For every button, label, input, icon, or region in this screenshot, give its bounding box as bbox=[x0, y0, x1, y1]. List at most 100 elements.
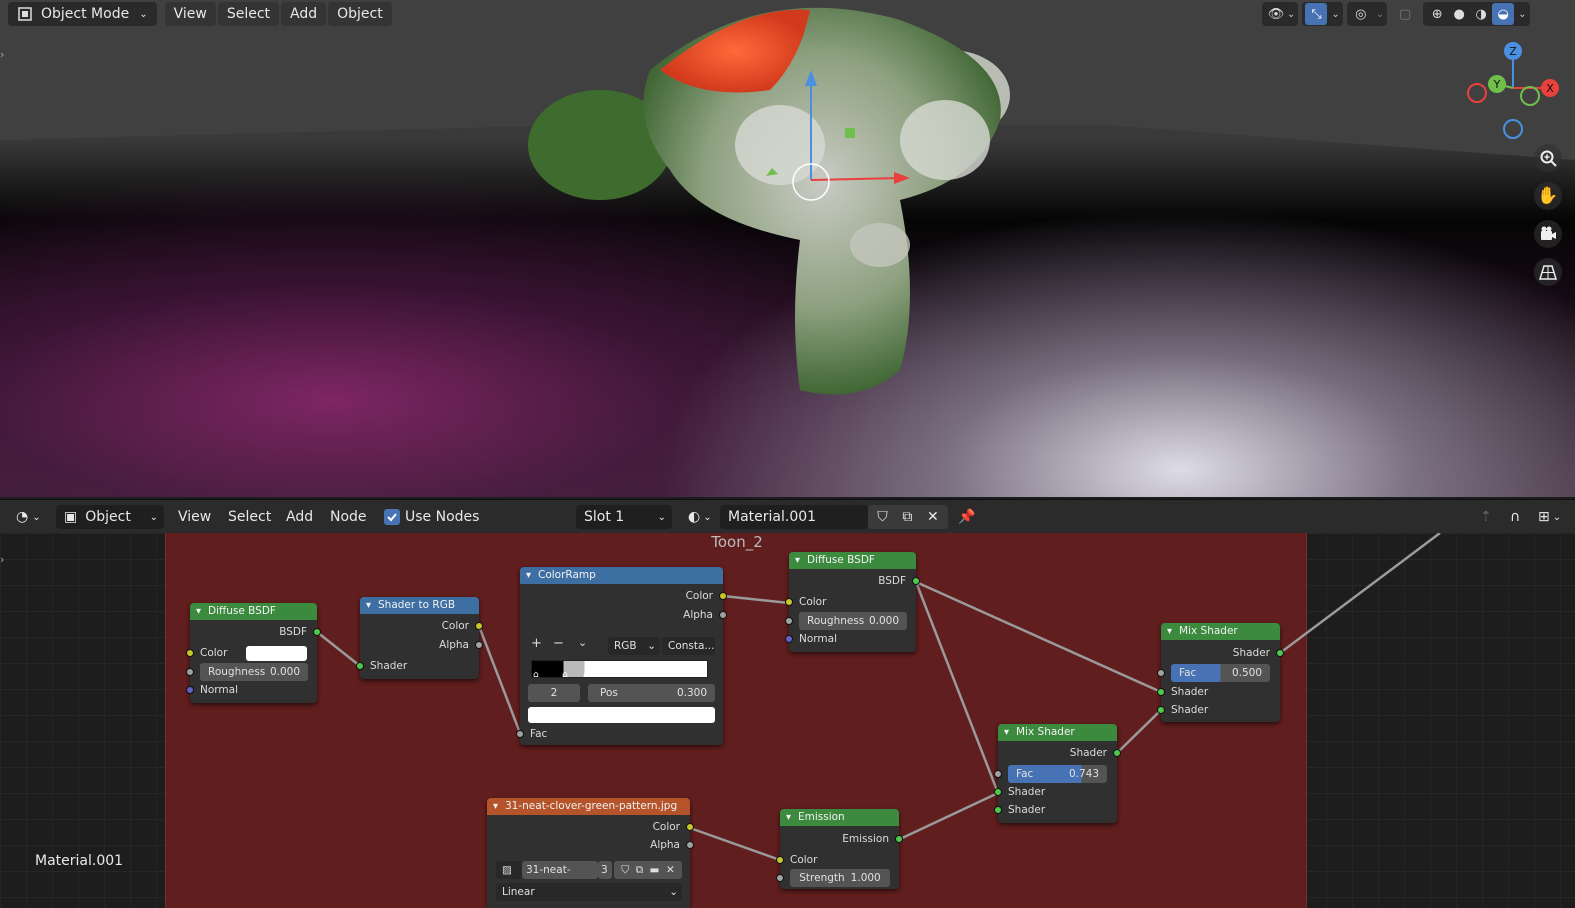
input-roughness-socket[interactable] bbox=[785, 617, 793, 625]
pan-hand-icon[interactable]: ✋ bbox=[1534, 182, 1562, 210]
ramp-stop-marker-icon[interactable]: ⌂ bbox=[562, 670, 568, 680]
duplicate-icon[interactable]: ⧉ bbox=[902, 509, 912, 525]
menu-select[interactable]: Select bbox=[217, 2, 280, 26]
parent-node-tree-icon[interactable]: ⇡ bbox=[1472, 505, 1500, 529]
menu-view[interactable]: View bbox=[164, 2, 216, 26]
duplicate-icon[interactable]: ⧉ bbox=[636, 861, 644, 879]
output-alpha-socket[interactable] bbox=[686, 841, 694, 849]
menu-node[interactable]: Node bbox=[322, 505, 375, 529]
output-shader-socket[interactable] bbox=[1113, 749, 1121, 757]
input-shader-1-socket[interactable] bbox=[994, 788, 1002, 796]
menu-view[interactable]: View bbox=[170, 505, 219, 529]
input-shader-socket[interactable] bbox=[356, 662, 364, 670]
3d-viewport[interactable]: Object Mode ⌄ View Select Add Object 👁 ⌄… bbox=[0, 0, 1575, 497]
material-browse-button[interactable]: ◐ ⌄ bbox=[680, 505, 718, 529]
snap-element-icon[interactable]: ⊞ ⌄ bbox=[1530, 505, 1569, 529]
fac-slider[interactable]: Fac 0.743 bbox=[1008, 765, 1107, 783]
stop-color-swatch[interactable] bbox=[528, 707, 715, 723]
toolbar-expand-icon[interactable]: › bbox=[0, 48, 4, 61]
strength-field[interactable]: Strength 1.000 bbox=[790, 869, 890, 887]
ramp-menu-chevron-icon[interactable]: ⌄ bbox=[578, 634, 587, 652]
node-colorramp[interactable]: ColorRamp Color Alpha + − ⌄ RGB ⌄ Consta… bbox=[516, 567, 727, 745]
input-fac-socket[interactable] bbox=[516, 730, 524, 738]
output-color-socket[interactable] bbox=[686, 823, 694, 831]
wireframe-shading-icon[interactable]: ⊕ bbox=[1426, 3, 1448, 25]
fake-user-shield-icon[interactable]: ⛉ bbox=[877, 509, 888, 525]
unlink-close-icon[interactable]: ✕ bbox=[927, 509, 939, 525]
navigation-gizmo[interactable]: Z X Y bbox=[1460, 38, 1570, 148]
output-alpha-socket[interactable] bbox=[475, 641, 483, 649]
color-swatch[interactable] bbox=[246, 646, 307, 661]
solid-shading-icon[interactable]: ● bbox=[1448, 3, 1470, 25]
active-stop-index-field[interactable]: 2 bbox=[528, 684, 580, 702]
input-normal-socket[interactable] bbox=[785, 635, 793, 643]
add-stop-button[interactable]: + bbox=[531, 635, 542, 653]
roughness-field[interactable]: Roughness 0.000 bbox=[200, 663, 308, 681]
output-alpha-socket[interactable] bbox=[719, 611, 727, 619]
shader-node-editor[interactable]: ◔ ⌄ ▣ Object ⌄ View Select Add Node Use … bbox=[0, 499, 1575, 908]
node-diffuse-bsdf-1[interactable]: Diffuse BSDF BSDF Color Roughness 0.000 … bbox=[186, 603, 321, 703]
interpolation-dropdown[interactable]: Consta... bbox=[662, 637, 715, 655]
node-diffuse-bsdf-2[interactable]: Diffuse BSDF BSDF Color Roughness 0.000 … bbox=[785, 552, 920, 652]
node-mix-shader-1[interactable]: Mix Shader Shader Fac 0.500 Shader Shade… bbox=[1157, 623, 1284, 722]
zoom-icon[interactable] bbox=[1534, 144, 1562, 172]
node-canvas[interactable]: › Toon_2 Diffuse BSDF BSDF Color bbox=[0, 533, 1575, 908]
visibility-dropdown[interactable]: 👁 ⌄ bbox=[1262, 2, 1299, 26]
input-strength-socket[interactable] bbox=[776, 874, 784, 882]
remove-stop-button[interactable]: − bbox=[553, 635, 564, 653]
menu-add[interactable]: Add bbox=[281, 2, 327, 26]
node-emission[interactable]: Emission Emission Color Strength 1.000 bbox=[776, 809, 903, 889]
overlay-toggle[interactable]: ◎ ⌄ bbox=[1346, 2, 1388, 26]
input-color-socket[interactable] bbox=[776, 856, 784, 864]
ramp-stop-marker-active-icon[interactable]: ⌂ bbox=[583, 670, 589, 680]
input-shader-2-socket[interactable] bbox=[1157, 706, 1165, 714]
interaction-mode-dropdown[interactable]: Object Mode ⌄ bbox=[8, 2, 157, 26]
fac-slider[interactable]: Fac 0.500 bbox=[1171, 664, 1270, 682]
node-shader-to-rgb[interactable]: Shader to RGB Color Alpha Shader bbox=[356, 597, 483, 679]
input-shader-1-socket[interactable] bbox=[1157, 688, 1165, 696]
input-color-socket[interactable] bbox=[785, 598, 793, 606]
pin-icon[interactable]: 📌 bbox=[950, 505, 983, 529]
rendered-shading-icon[interactable]: ◒ bbox=[1492, 3, 1515, 25]
output-bsdf-socket[interactable] bbox=[912, 577, 920, 585]
output-color-socket[interactable] bbox=[475, 622, 483, 630]
unlink-close-icon[interactable]: ✕ bbox=[666, 861, 675, 879]
shading-mode-group[interactable]: ⊕ ● ◑ ◒ ⌄ bbox=[1423, 2, 1530, 26]
input-normal-socket[interactable] bbox=[186, 686, 194, 694]
material-name-field[interactable]: Material.001 bbox=[720, 505, 868, 529]
color-ramp-gradient[interactable] bbox=[531, 660, 708, 678]
input-roughness-socket[interactable] bbox=[186, 668, 194, 676]
image-name-field[interactable]: 31-neat-clov... bbox=[522, 861, 598, 894]
menu-add[interactable]: Add bbox=[278, 505, 321, 529]
node-mix-shader-2[interactable]: Mix Shader Shader Fac 0.743 Shader Shade… bbox=[994, 724, 1121, 823]
roughness-field[interactable]: Roughness 0.000 bbox=[799, 612, 907, 630]
input-fac-socket[interactable] bbox=[1157, 669, 1165, 677]
xray-toggle[interactable]: ▢ bbox=[1391, 2, 1419, 26]
open-folder-icon[interactable]: ▬ bbox=[650, 861, 660, 879]
shader-type-dropdown[interactable]: ▣ Object ⌄ bbox=[56, 505, 164, 529]
gizmo-toggle[interactable]: ⤡ ⌄ bbox=[1302, 2, 1343, 26]
color-mode-dropdown[interactable]: RGB ⌄ bbox=[608, 637, 660, 655]
output-color-socket[interactable] bbox=[719, 592, 727, 600]
interpolation-dropdown[interactable]: Linear ⌄ bbox=[496, 883, 682, 901]
input-color-socket[interactable] bbox=[186, 649, 194, 657]
node-image-texture[interactable]: 31-neat-clover-green-pattern.jpg Color A… bbox=[487, 798, 694, 908]
output-shader-socket[interactable] bbox=[1276, 649, 1284, 657]
slot-dropdown[interactable]: Slot 1 ⌄ bbox=[576, 505, 672, 529]
camera-icon[interactable] bbox=[1534, 220, 1562, 248]
menu-select[interactable]: Select bbox=[220, 505, 279, 529]
image-browse-button[interactable]: ▨ bbox=[496, 861, 522, 879]
input-fac-socket[interactable] bbox=[994, 770, 1002, 778]
material-shading-icon[interactable]: ◑ bbox=[1470, 3, 1492, 25]
output-bsdf-socket[interactable] bbox=[313, 628, 321, 636]
input-shader-2-socket[interactable] bbox=[994, 806, 1002, 814]
menu-object[interactable]: Object bbox=[328, 2, 392, 26]
ramp-stop-marker-icon[interactable]: ⌂ bbox=[533, 670, 539, 680]
snap-icon[interactable]: ∩ bbox=[1502, 505, 1528, 529]
output-emission-socket[interactable] bbox=[895, 835, 903, 843]
grid-perspective-icon[interactable] bbox=[1534, 258, 1562, 286]
editor-type-dropdown[interactable]: ◔ ⌄ bbox=[8, 505, 49, 529]
stop-position-field[interactable]: Pos 0.300 bbox=[588, 684, 715, 702]
fake-user-shield-icon[interactable]: ⛉ bbox=[621, 861, 629, 879]
use-nodes-checkbox[interactable]: Use Nodes bbox=[376, 505, 487, 529]
